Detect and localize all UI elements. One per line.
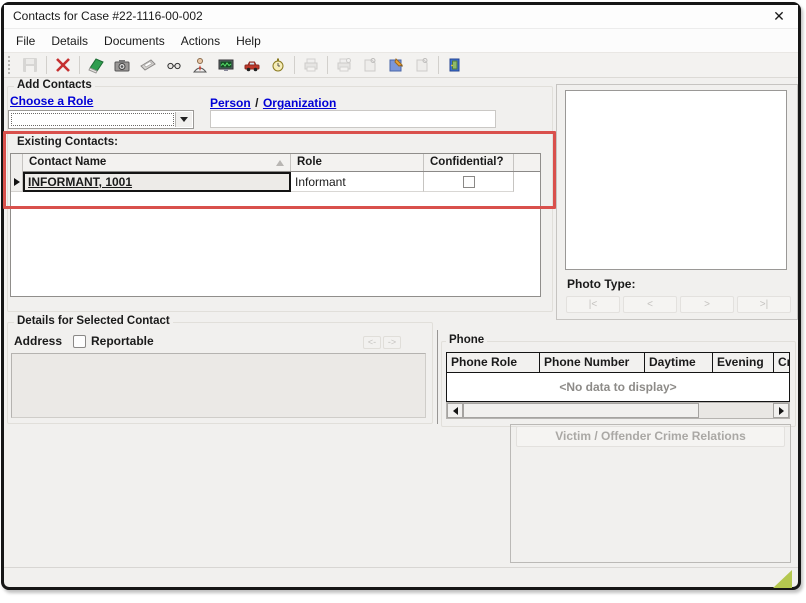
- annotation-rectangle: [3, 131, 556, 209]
- attach-note-2-icon[interactable]: [409, 54, 435, 76]
- toolbar-separator: [79, 56, 80, 74]
- phone-horizontal-scrollbar[interactable]: [446, 402, 790, 419]
- printer-icon[interactable]: [298, 54, 324, 76]
- details-phone-divider: [437, 330, 438, 424]
- menu-file[interactable]: File: [8, 31, 43, 51]
- toolbar-separator: [294, 56, 295, 74]
- address-display-panel: [11, 353, 426, 418]
- photo-type-label: Photo Type:: [567, 277, 635, 291]
- choose-a-role-link[interactable]: Choose a Role: [10, 94, 93, 108]
- details-section-label: Details for Selected Contact: [14, 315, 173, 327]
- scrollbar-thumb[interactable]: [463, 403, 699, 418]
- menu-details[interactable]: Details: [43, 31, 96, 51]
- photo-previous-button[interactable]: <: [623, 296, 677, 313]
- address-next-button[interactable]: ->: [383, 336, 401, 349]
- printer-note-icon[interactable]: [331, 54, 357, 76]
- attach-note-icon[interactable]: [357, 54, 383, 76]
- contact-name-input[interactable]: [210, 110, 496, 128]
- close-icon[interactable]: ✕: [766, 7, 792, 26]
- reportable-checkbox[interactable]: [73, 335, 86, 348]
- scanner-icon[interactable]: [135, 54, 161, 76]
- scroll-left-icon: [453, 407, 458, 415]
- save-icon[interactable]: [17, 54, 43, 76]
- column-header-daytime[interactable]: Daytime: [645, 353, 713, 372]
- person-org-separator: /: [255, 96, 258, 110]
- reportable-label: Reportable: [91, 334, 154, 348]
- phone-section-label: Phone: [446, 334, 487, 346]
- toolbar-separator: [46, 56, 47, 74]
- menu-documents[interactable]: Documents: [96, 31, 173, 51]
- menu-actions[interactable]: Actions: [173, 31, 228, 51]
- resize-grip[interactable]: [773, 570, 792, 588]
- phone-header-row: Phone Role Phone Number Daytime Evening …: [447, 353, 789, 373]
- victim-offender-crime-relations-button[interactable]: Victim / Offender Crime Relations: [516, 426, 785, 447]
- scroll-right-icon: [779, 407, 784, 415]
- person-id-icon[interactable]: [187, 54, 213, 76]
- photo-last-button[interactable]: >|: [737, 296, 791, 313]
- role-combobox[interactable]: [8, 110, 194, 129]
- glasses-icon[interactable]: [161, 54, 187, 76]
- photo-first-button[interactable]: |<: [566, 296, 620, 313]
- address-previous-button[interactable]: <-: [363, 336, 381, 349]
- phone-empty-message: <No data to display>: [447, 373, 789, 401]
- toolbar-separator: [438, 56, 439, 74]
- column-header-created-truncated[interactable]: Cre: [774, 353, 789, 372]
- chevron-down-icon: [180, 117, 188, 122]
- delete-icon[interactable]: [50, 54, 76, 76]
- toolbar: [4, 52, 798, 78]
- combobox-dropdown-button[interactable]: [175, 112, 192, 127]
- combobox-focus-rect: [11, 113, 174, 126]
- photo-next-button[interactable]: >: [680, 296, 734, 313]
- person-link[interactable]: Person: [210, 96, 251, 110]
- camera-icon[interactable]: [109, 54, 135, 76]
- menu-help[interactable]: Help: [228, 31, 269, 51]
- exit-door-icon[interactable]: [442, 54, 468, 76]
- toolbar-grip[interactable]: [8, 56, 13, 74]
- window-title: Contacts for Case #22-1116-00-002: [13, 9, 203, 23]
- photo-display-box: [565, 90, 787, 270]
- scroll-right-button[interactable]: [773, 403, 789, 418]
- statusbar-divider: [4, 567, 798, 568]
- add-contacts-label: Add Contacts: [14, 79, 95, 91]
- pocket-watch-icon[interactable]: [265, 54, 291, 76]
- organization-link[interactable]: Organization: [263, 96, 336, 110]
- contact-book-icon[interactable]: [83, 54, 109, 76]
- scroll-left-button[interactable]: [447, 403, 463, 418]
- monitor-waveform-icon[interactable]: [213, 54, 239, 76]
- contacts-for-case-window: Contacts for Case #22-1116-00-002 ✕ File…: [0, 0, 806, 603]
- column-header-phone-number[interactable]: Phone Number: [540, 353, 645, 372]
- column-header-phone-role[interactable]: Phone Role: [447, 353, 540, 372]
- toolbar-separator: [327, 56, 328, 74]
- edit-note-icon[interactable]: [383, 54, 409, 76]
- address-label: Address: [14, 334, 62, 348]
- phone-grid: Phone Role Phone Number Daytime Evening …: [446, 352, 790, 402]
- menu-bar: File Details Documents Actions Help: [4, 29, 798, 52]
- column-header-evening[interactable]: Evening: [713, 353, 774, 372]
- vehicle-icon[interactable]: [239, 54, 265, 76]
